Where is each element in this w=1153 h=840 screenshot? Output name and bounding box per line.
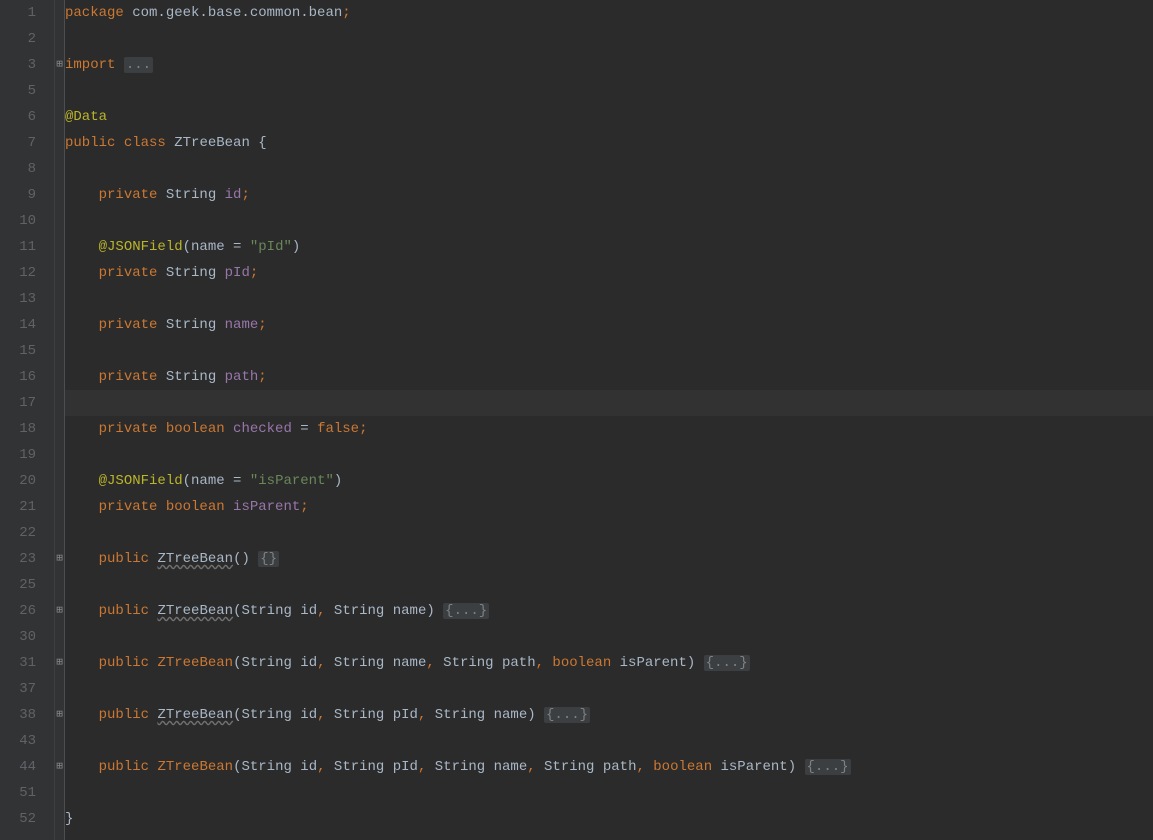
fold-expand-icon[interactable]: ⊞ bbox=[56, 605, 63, 617]
fold-expand-icon[interactable]: ⊞ bbox=[56, 553, 63, 565]
line-number: 3 bbox=[0, 52, 36, 78]
code-line bbox=[65, 26, 1153, 52]
line-number: 6 bbox=[0, 104, 36, 130]
code-line: public class ZTreeBean { bbox=[65, 130, 1153, 156]
line-number: 31 bbox=[0, 650, 36, 676]
line-number: 13 bbox=[0, 286, 36, 312]
line-number: 8 bbox=[0, 156, 36, 182]
line-number: 22 bbox=[0, 520, 36, 546]
code-line: public ZTreeBean(String id, String pId, … bbox=[65, 754, 1153, 780]
line-number: 21 bbox=[0, 494, 36, 520]
fold-expand-icon[interactable]: ⊞ bbox=[56, 59, 63, 71]
code-line: public ZTreeBean(String id, String name,… bbox=[65, 650, 1153, 676]
line-number: 26 bbox=[0, 598, 36, 624]
code-line bbox=[65, 286, 1153, 312]
code-line: import ... bbox=[65, 52, 1153, 78]
line-number: 44 bbox=[0, 754, 36, 780]
line-number: 19 bbox=[0, 442, 36, 468]
line-number: 51 bbox=[0, 780, 36, 806]
line-number: 25 bbox=[0, 572, 36, 598]
code-line bbox=[65, 624, 1153, 650]
folded-region[interactable]: {...} bbox=[544, 707, 590, 723]
code-line bbox=[65, 572, 1153, 598]
line-number: 15 bbox=[0, 338, 36, 364]
folded-region[interactable]: {...} bbox=[443, 603, 489, 619]
code-line bbox=[65, 676, 1153, 702]
line-number: 2 bbox=[0, 26, 36, 52]
code-line: public ZTreeBean() {} bbox=[65, 546, 1153, 572]
code-line: } bbox=[65, 806, 1153, 832]
line-number: 7 bbox=[0, 130, 36, 156]
line-number: 16 bbox=[0, 364, 36, 390]
line-number: 17 bbox=[0, 390, 36, 416]
code-line: @Data bbox=[65, 104, 1153, 130]
line-number-gutter: 1 2 3 5 6 7 8 9 10 11 12 13 14 15 16 17 … bbox=[0, 0, 55, 840]
code-editor[interactable]: package com.geek.base.common.bean; impor… bbox=[65, 0, 1153, 840]
line-number: 10 bbox=[0, 208, 36, 234]
code-line: private String path; bbox=[65, 364, 1153, 390]
fold-gutter: ⊞ ⊞ ⊞ ⊞ ⊞ ⊞ bbox=[55, 0, 65, 840]
code-line bbox=[65, 208, 1153, 234]
line-number: 18 bbox=[0, 416, 36, 442]
fold-expand-icon[interactable]: ⊞ bbox=[56, 657, 63, 669]
line-number: 38 bbox=[0, 702, 36, 728]
code-line bbox=[65, 442, 1153, 468]
line-number: 1 bbox=[0, 0, 36, 26]
line-number: 20 bbox=[0, 468, 36, 494]
fold-expand-icon[interactable]: ⊞ bbox=[56, 709, 63, 721]
line-number: 30 bbox=[0, 624, 36, 650]
folded-region[interactable]: {...} bbox=[805, 759, 851, 775]
code-line bbox=[65, 520, 1153, 546]
code-line: private boolean isParent; bbox=[65, 494, 1153, 520]
folded-region[interactable]: ... bbox=[124, 57, 153, 73]
folded-region[interactable]: {} bbox=[258, 551, 279, 567]
line-number: 43 bbox=[0, 728, 36, 754]
code-line-current bbox=[65, 390, 1153, 416]
line-number: 9 bbox=[0, 182, 36, 208]
line-number: 37 bbox=[0, 676, 36, 702]
code-line: private String name; bbox=[65, 312, 1153, 338]
code-line bbox=[65, 728, 1153, 754]
line-number: 5 bbox=[0, 78, 36, 104]
line-number: 12 bbox=[0, 260, 36, 286]
code-line bbox=[65, 780, 1153, 806]
line-number: 11 bbox=[0, 234, 36, 260]
code-line bbox=[65, 338, 1153, 364]
code-line: private String id; bbox=[65, 182, 1153, 208]
fold-expand-icon[interactable]: ⊞ bbox=[56, 761, 63, 773]
code-line: private String pId; bbox=[65, 260, 1153, 286]
line-number: 52 bbox=[0, 806, 36, 832]
code-line: @JSONField(name = "pId") bbox=[65, 234, 1153, 260]
code-line: @JSONField(name = "isParent") bbox=[65, 468, 1153, 494]
code-line: public ZTreeBean(String id, String pId, … bbox=[65, 702, 1153, 728]
code-line: public ZTreeBean(String id, String name)… bbox=[65, 598, 1153, 624]
code-line bbox=[65, 78, 1153, 104]
line-number: 23 bbox=[0, 546, 36, 572]
code-line bbox=[65, 156, 1153, 182]
folded-region[interactable]: {...} bbox=[704, 655, 750, 671]
line-number: 14 bbox=[0, 312, 36, 338]
code-line: package com.geek.base.common.bean; bbox=[65, 0, 1153, 26]
code-line: private boolean checked = false; bbox=[65, 416, 1153, 442]
